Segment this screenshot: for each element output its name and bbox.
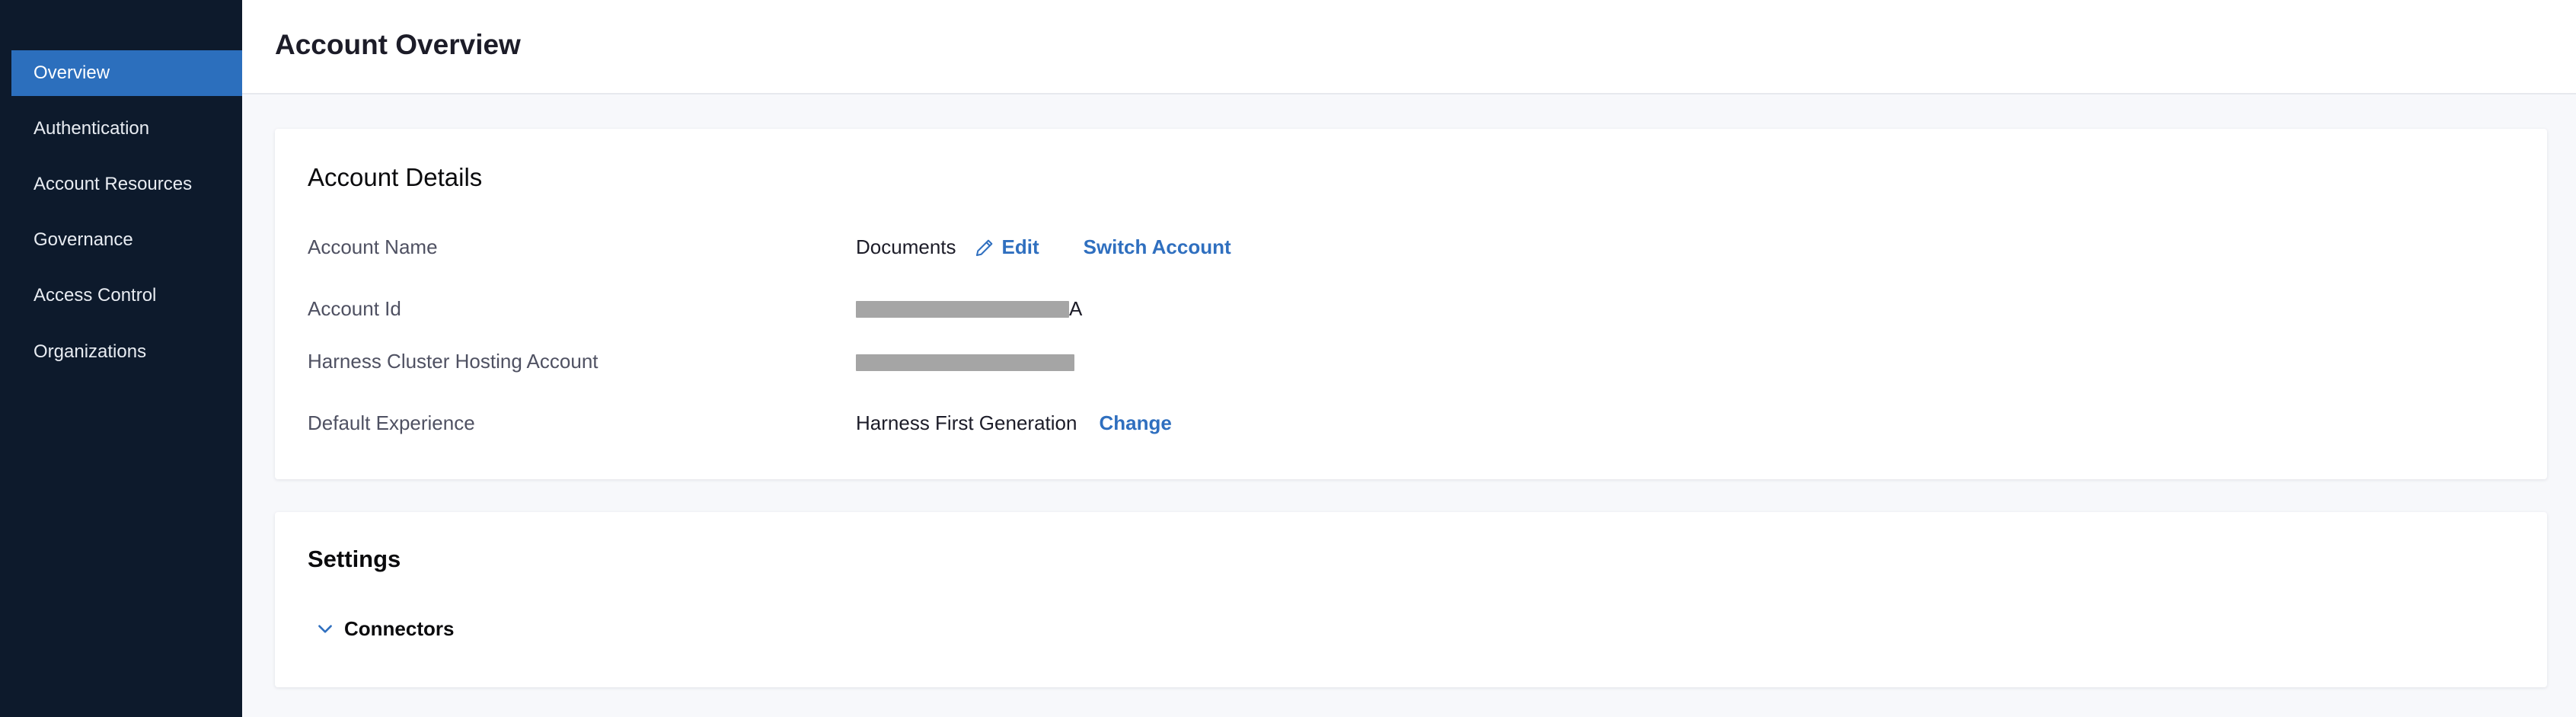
switch-account-button[interactable]: Switch Account bbox=[1084, 235, 1231, 259]
connectors-toggle[interactable]: Connectors bbox=[315, 617, 454, 641]
sidebar-item-access-control[interactable]: Access Control bbox=[11, 273, 242, 318]
sidebar-item-account-resources[interactable]: Account Resources bbox=[11, 162, 242, 207]
default-experience-row: Harness First Generation Change bbox=[856, 411, 1172, 435]
app-root: Overview Authentication Account Resource… bbox=[0, 0, 2576, 717]
edit-account-name-button[interactable]: Edit bbox=[973, 235, 1039, 259]
chevron-down-icon bbox=[318, 624, 332, 633]
sidebar-item-organizations[interactable]: Organizations bbox=[11, 329, 242, 375]
account-id-label: Account Id bbox=[308, 297, 401, 320]
card-title: Account Details bbox=[308, 163, 483, 191]
cluster-hosting-redacted bbox=[856, 354, 1074, 371]
pencil-icon bbox=[975, 239, 992, 256]
sidebar-item-overview[interactable]: Overview bbox=[11, 50, 242, 96]
sidebar-item-governance[interactable]: Governance bbox=[11, 217, 242, 263]
sidebar-item-label: Governance bbox=[34, 229, 133, 250]
page-header: Account Overview bbox=[242, 0, 2576, 94]
sidebar-item-label: Organizations bbox=[34, 341, 147, 362]
card-title: Settings bbox=[308, 546, 401, 572]
sidebar-item-label: Account Resources bbox=[34, 174, 193, 194]
edit-link: Edit bbox=[1001, 235, 1039, 258]
account-id-redacted bbox=[856, 301, 1069, 318]
change-experience-button[interactable]: Change bbox=[1099, 411, 1171, 435]
connectors-label: Connectors bbox=[344, 617, 455, 640]
default-experience-value: Harness First Generation bbox=[856, 411, 1077, 434]
page-title: Account Overview bbox=[275, 29, 521, 60]
cluster-hosting-label: Harness Cluster Hosting Account bbox=[308, 350, 599, 373]
account-name-row: Documents Edit Switch Account bbox=[856, 235, 1231, 259]
sidebar-item-label: Overview bbox=[34, 62, 110, 83]
account-name-value: Documents bbox=[856, 235, 956, 258]
settings-card: Settings Connectors bbox=[275, 512, 2547, 687]
account-details-card: Account Details Account Name Documents E… bbox=[275, 129, 2547, 479]
account-id-tail: A bbox=[1069, 297, 1083, 320]
sidebar-item-authentication[interactable]: Authentication bbox=[11, 106, 242, 152]
account-name-label: Account Name bbox=[308, 235, 438, 258]
sidebar-item-label: Access Control bbox=[34, 285, 157, 306]
sidebar: Overview Authentication Account Resource… bbox=[0, 0, 242, 717]
sidebar-item-label: Authentication bbox=[34, 118, 150, 139]
default-experience-label: Default Experience bbox=[308, 411, 475, 434]
